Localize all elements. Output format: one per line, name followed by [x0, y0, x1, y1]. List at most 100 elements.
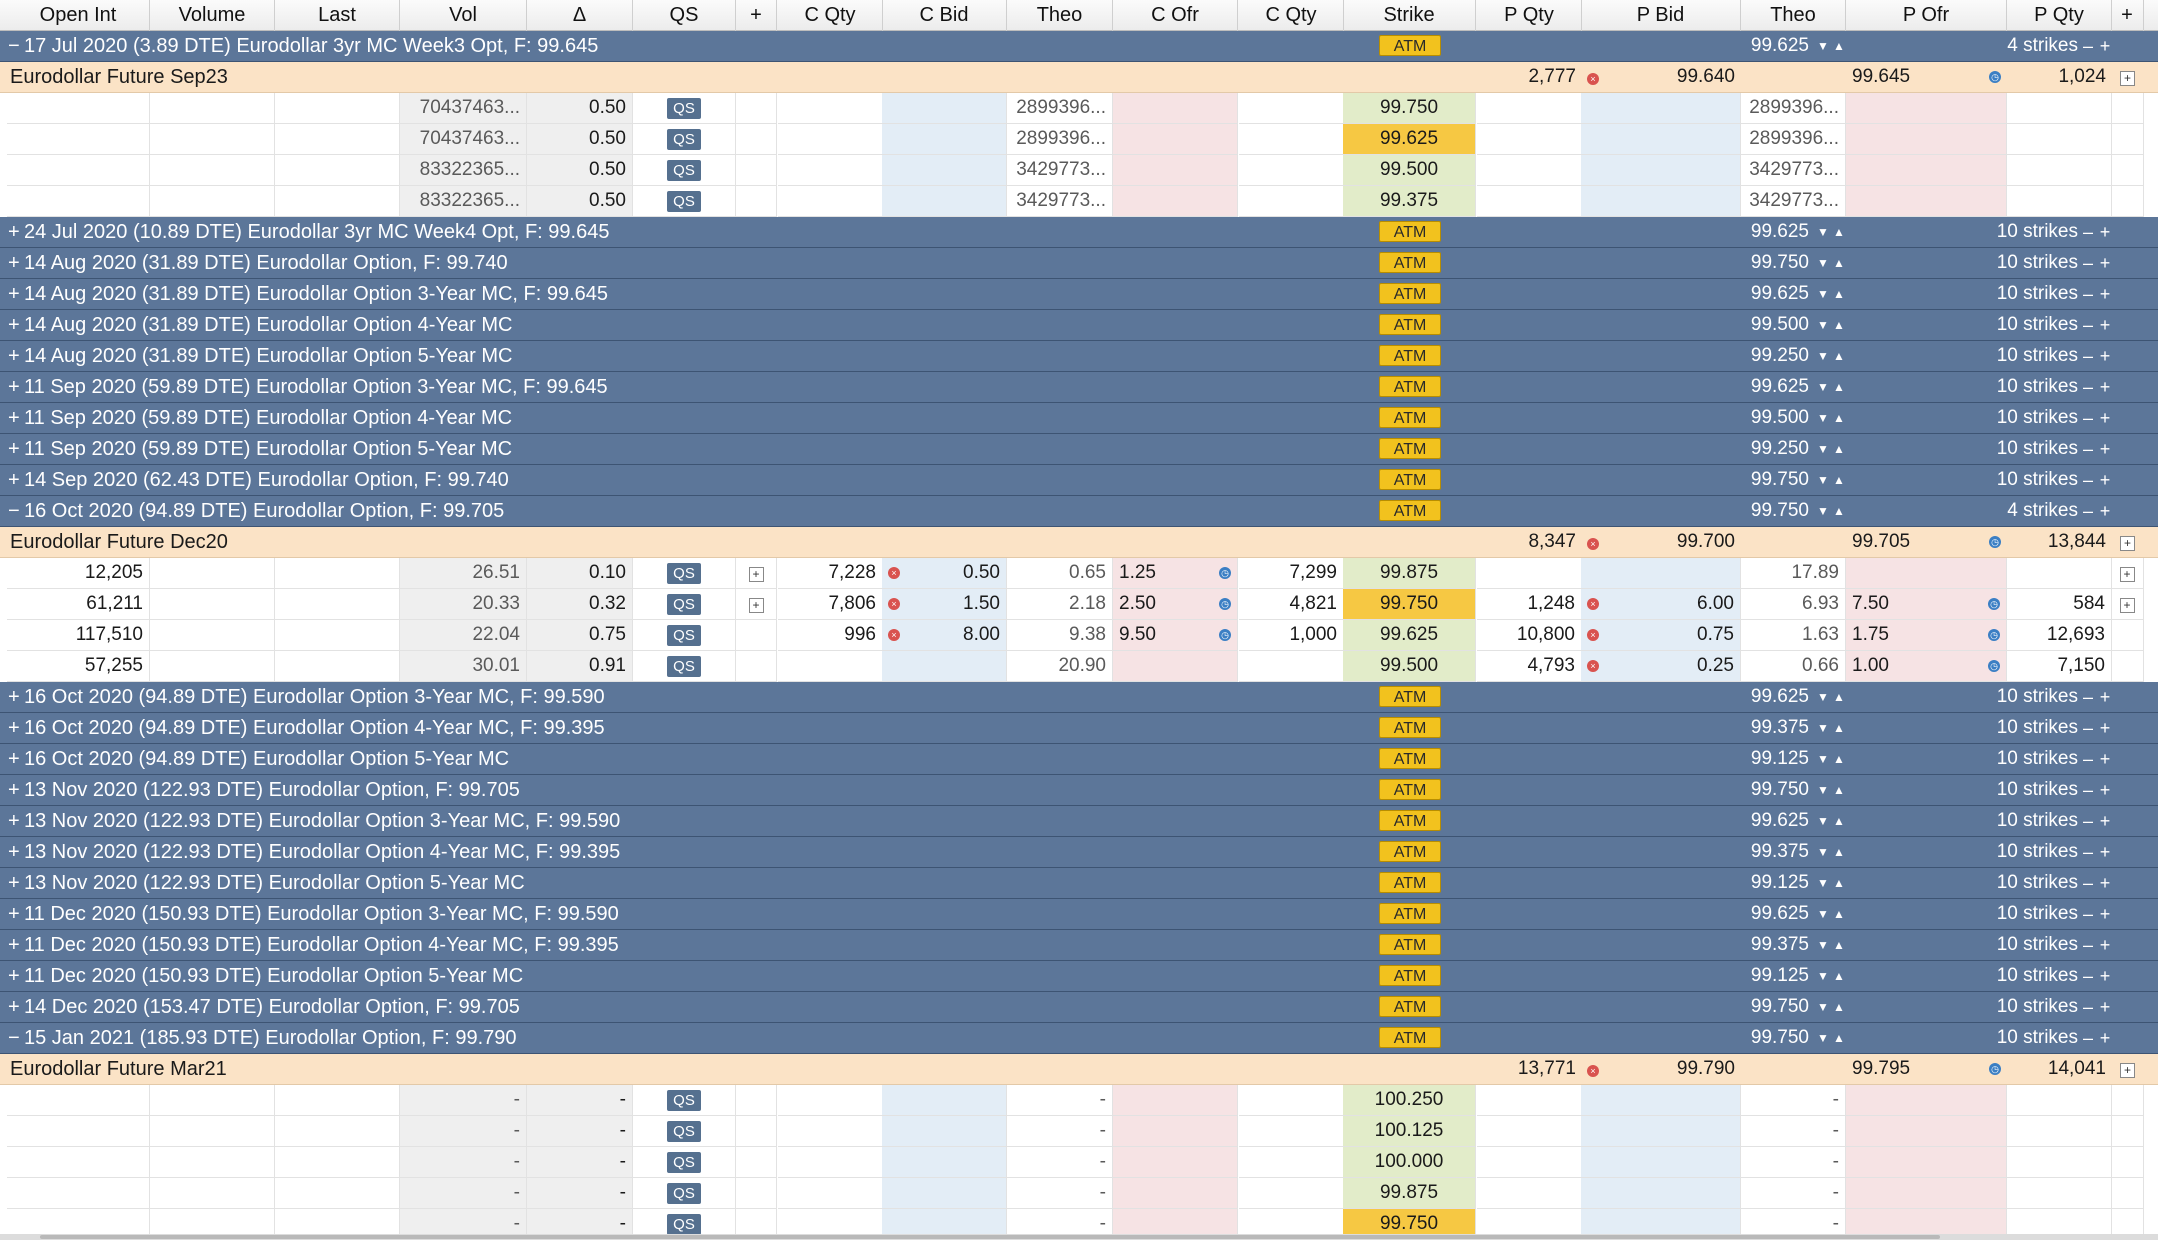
option-cell-put-qty[interactable] [1477, 186, 1582, 217]
series-title[interactable]: +13 Nov 2020 (122.93 DTE) Eurodollar Opt… [8, 868, 525, 898]
option-cell-last[interactable] [275, 1085, 400, 1116]
option-cell-put-qty[interactable]: 1,248 [1477, 589, 1582, 620]
strike-down-arrow-icon[interactable]: ▼ [1817, 279, 1829, 309]
option-cell-put-bid[interactable]: × 6.00 [1581, 589, 1741, 620]
strike-up-arrow-icon[interactable]: ▲ [1833, 434, 1845, 464]
atm-button[interactable]: ATM [1379, 903, 1441, 924]
underlying-future-row[interactable]: Eurodollar Future Mar21 13,771 × 99.790 99.7… [0, 1054, 2158, 1085]
future-ofr-qty[interactable]: 13,844 [2007, 527, 2112, 558]
expand-future-button[interactable]: + [2111, 1054, 2144, 1085]
option-cell-call-qty[interactable] [778, 124, 883, 155]
clock-icon[interactable]: ◷ [1988, 598, 2000, 610]
series-header-row[interactable]: +13 Nov 2020 (122.93 DTE) Eurodollar Opt… [0, 868, 2158, 899]
option-cell-put-ofr-qty[interactable] [2007, 186, 2112, 217]
option-cell-plus[interactable] [736, 186, 777, 217]
option-cell-volume[interactable] [150, 1147, 275, 1178]
series-header-row[interactable]: +14 Aug 2020 (31.89 DTE) Eurodollar Opti… [0, 279, 2158, 310]
option-cell-last[interactable] [275, 620, 400, 651]
option-cell-put-ofr-qty[interactable] [2007, 93, 2112, 124]
option-cell-put-bid[interactable] [1581, 155, 1741, 186]
column-header-put-theo[interactable]: Theo [1741, 0, 1846, 31]
option-cell-plus-right[interactable]: + [2111, 589, 2144, 620]
option-cell-plus[interactable] [736, 1178, 777, 1209]
strike-up-arrow-icon[interactable]: ▲ [1833, 744, 1845, 774]
option-cell-plus-right[interactable] [2111, 155, 2144, 186]
series-header-row[interactable]: +11 Dec 2020 (150.93 DTE) Eurodollar Opt… [0, 899, 2158, 930]
add-strikes-button[interactable]: + [2097, 837, 2113, 867]
option-cell-delta[interactable]: 0.10 [527, 558, 633, 589]
option-cell-put-bid[interactable]: × 0.75 [1581, 620, 1741, 651]
option-cell-put-theo[interactable]: 1.63 [1741, 620, 1846, 651]
strike-down-arrow-icon[interactable]: ▼ [1817, 1023, 1829, 1053]
option-cell-last[interactable] [275, 651, 400, 682]
option-cell-strike[interactable]: 99.500 [1343, 155, 1476, 186]
plus-icon[interactable]: + [2120, 536, 2135, 551]
remove-strikes-button[interactable]: – [2080, 372, 2096, 402]
remove-strikes-button[interactable]: – [2080, 465, 2096, 495]
option-strike-row[interactable]: 12,205 26.51 0.10 QS +7,228 × 0.50 0.65 1.25 ◷ 7,2… [0, 558, 2158, 589]
option-cell-last[interactable] [275, 186, 400, 217]
option-cell-put-qty[interactable] [1477, 155, 1582, 186]
option-cell-call-ofr-qty[interactable] [1239, 93, 1344, 124]
strike-up-arrow-icon[interactable]: ▲ [1833, 682, 1845, 712]
expand-toggle-button[interactable]: + [8, 434, 24, 464]
add-strikes-button[interactable]: + [2097, 465, 2113, 495]
quick-spread-button[interactable]: QS [667, 129, 701, 150]
option-cell-put-bid[interactable] [1581, 124, 1741, 155]
option-cell-call-bid[interactable]: × 0.50 [882, 558, 1007, 589]
strike-down-arrow-icon[interactable]: ▼ [1817, 837, 1829, 867]
option-cell-put-ofr[interactable] [1846, 1085, 2007, 1116]
clock-icon[interactable]: ◷ [1988, 629, 2000, 641]
option-cell-call-ofr[interactable]: 2.50 ◷ [1113, 589, 1238, 620]
remove-strikes-button[interactable]: – [2080, 868, 2096, 898]
option-cell-call-bid[interactable] [882, 651, 1007, 682]
expand-toggle-button[interactable]: + [8, 279, 24, 309]
add-strikes-button[interactable]: + [2097, 217, 2113, 247]
option-cell-vol[interactable]: - [400, 1178, 527, 1209]
option-cell-put-ofr[interactable] [1846, 1147, 2007, 1178]
remove-strikes-button[interactable]: – [2080, 713, 2096, 743]
column-header-put-qty[interactable]: P Qty [1477, 0, 1582, 31]
remove-strikes-button[interactable]: – [2080, 434, 2096, 464]
remove-strikes-button[interactable]: – [2080, 310, 2096, 340]
expand-toggle-button[interactable]: + [8, 403, 24, 433]
atm-button[interactable]: ATM [1379, 934, 1441, 955]
option-cell-strike[interactable]: 100.250 [1343, 1085, 1476, 1116]
option-cell-call-qty[interactable] [778, 93, 883, 124]
atm-button[interactable]: ATM [1379, 996, 1441, 1017]
future-bid-cell[interactable]: × 99.700 [1581, 527, 1741, 558]
option-cell-call-ofr[interactable]: 9.50 ◷ [1113, 620, 1238, 651]
option-cell-last[interactable] [275, 589, 400, 620]
option-strike-row[interactable]: - - QS -100.125- [0, 1116, 2158, 1147]
option-cell-plus[interactable] [736, 651, 777, 682]
option-cell-plus-right[interactable] [2111, 124, 2144, 155]
option-cell-open-int[interactable] [7, 1147, 150, 1178]
series-title[interactable]: +14 Aug 2020 (31.89 DTE) Eurodollar Opti… [8, 279, 608, 309]
remove-strikes-button[interactable]: – [2080, 992, 2096, 1022]
option-cell-plus[interactable]: + [736, 558, 777, 589]
remove-strikes-button[interactable]: – [2080, 496, 2096, 526]
cancel-icon[interactable]: × [1587, 629, 1599, 641]
future-ofr-cell[interactable]: 99.795 ◷ [1846, 1054, 2007, 1085]
add-strikes-button[interactable]: + [2097, 930, 2113, 960]
column-header-put-ofr-qty[interactable]: P Qty [2007, 0, 2112, 31]
remove-strikes-button[interactable]: – [2080, 837, 2096, 867]
series-title[interactable]: +11 Sep 2020 (59.89 DTE) Eurodollar Opti… [8, 434, 512, 464]
strike-down-arrow-icon[interactable]: ▼ [1817, 372, 1829, 402]
add-strikes-button[interactable]: + [2097, 403, 2113, 433]
option-cell-call-theo[interactable]: 20.90 [1007, 651, 1113, 682]
option-cell-put-qty[interactable] [1477, 124, 1582, 155]
future-bid-cell[interactable]: × 99.790 [1581, 1054, 1741, 1085]
series-header-row[interactable]: +14 Sep 2020 (62.43 DTE) Eurodollar Opti… [0, 465, 2158, 496]
option-cell-put-theo[interactable]: 3429773... [1741, 186, 1846, 217]
option-cell-plus-right[interactable] [2111, 93, 2144, 124]
strike-up-arrow-icon[interactable]: ▲ [1833, 341, 1845, 371]
option-cell-call-qty[interactable]: 7,228 [778, 558, 883, 589]
option-cell-last[interactable] [275, 558, 400, 589]
add-strikes-button[interactable]: + [2097, 372, 2113, 402]
strike-down-arrow-icon[interactable]: ▼ [1817, 217, 1829, 247]
strike-up-arrow-icon[interactable]: ▲ [1833, 372, 1845, 402]
option-cell-delta[interactable]: 0.32 [527, 589, 633, 620]
series-title[interactable]: +11 Dec 2020 (150.93 DTE) Eurodollar Opt… [8, 899, 619, 929]
column-header-put-ofr[interactable]: P Ofr [1846, 0, 2007, 31]
